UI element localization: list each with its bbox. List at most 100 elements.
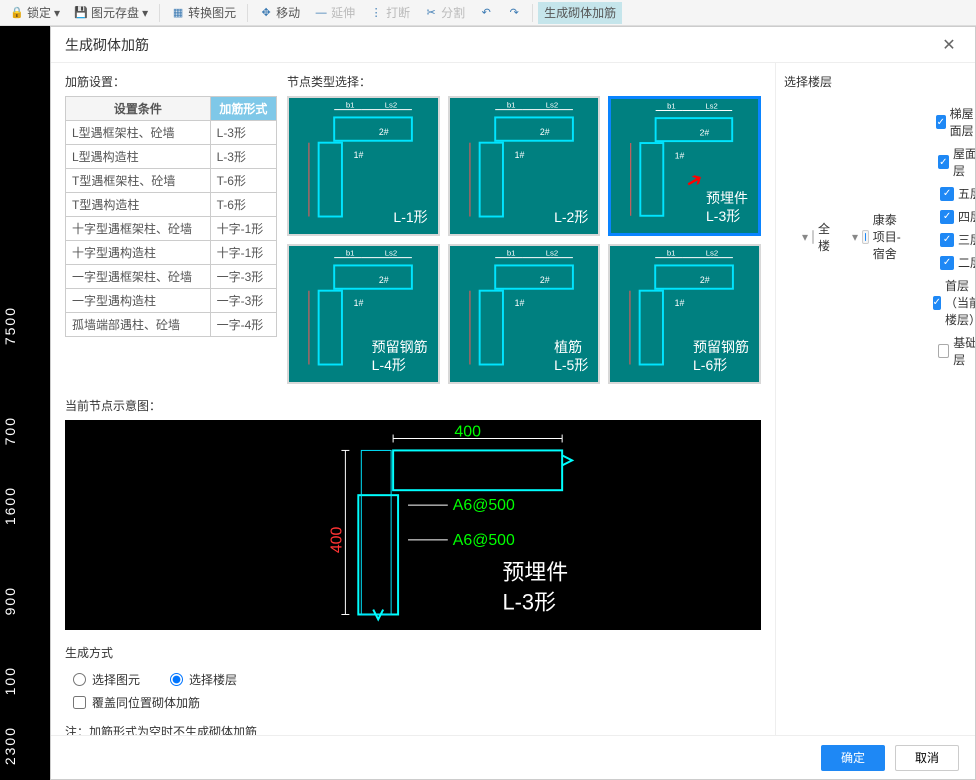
svg-text:1#: 1#	[354, 150, 364, 160]
floor-label: 四层	[958, 208, 975, 225]
svg-text:2#: 2#	[540, 127, 550, 137]
redo-button: ↷	[501, 2, 527, 24]
floor-label: 三层	[958, 231, 975, 248]
schematic-canvas: 400 400 A6@500 A6@500 预埋件 L-3形	[65, 420, 761, 630]
checkbox-icon[interactable]: ✓	[940, 187, 954, 201]
card-caption: 预留钢筋L-4形	[372, 338, 428, 374]
card-l1[interactable]: b1Ls2 1#2# L-1形	[287, 96, 440, 236]
svg-text:b1: b1	[667, 102, 676, 111]
card-l4[interactable]: b1Ls2 1#2# 预留钢筋L-4形	[287, 244, 440, 384]
tree-project[interactable]: ▾ 康泰项目-宿舍 ✓梯屋面层✓屋面层✓五层✓四层✓三层✓二层✓首层（当前楼层）…	[850, 99, 975, 374]
svg-text:b1: b1	[507, 249, 516, 258]
extend-icon: ―	[314, 6, 328, 20]
floor-label: 屋面层	[953, 145, 975, 179]
cell-form: L-3形	[210, 121, 276, 145]
table-row[interactable]: 十字型遇框架柱、砼墙十字-1形	[66, 217, 277, 241]
split-button: ✂分割	[418, 2, 471, 24]
svg-text:Ls2: Ls2	[545, 101, 558, 110]
close-button[interactable]: ✕	[937, 33, 961, 57]
move-button[interactable]: ✥移动	[253, 2, 306, 24]
floor-item[interactable]: ✓二层	[922, 251, 975, 274]
table-row[interactable]: T型遇构造柱T-6形	[66, 193, 277, 217]
checkbox-icon[interactable]	[938, 344, 950, 358]
checkbox-icon[interactable]: ✓	[936, 115, 945, 129]
undo-icon: ↶	[479, 6, 493, 20]
floor-item[interactable]: ✓ 屋面层	[922, 142, 975, 182]
ok-button[interactable]: 确定	[821, 745, 885, 771]
card-l3[interactable]: b1Ls2 1#2# 预埋件L-3形➔	[608, 96, 761, 236]
ruler-mark: 100	[2, 666, 18, 695]
table-row[interactable]: L型遇构造柱L-3形	[66, 145, 277, 169]
svg-text:L-3形: L-3形	[502, 590, 556, 615]
lock-button[interactable]: 🔒锁定 ▾	[4, 2, 66, 24]
extend-button: ―延伸	[308, 2, 361, 24]
redo-icon: ↷	[507, 6, 521, 20]
floor-item[interactable]: ✓ 梯屋面层	[922, 102, 975, 142]
cell-cond: 一字型遇构造柱	[66, 289, 211, 313]
svg-text:400: 400	[454, 424, 481, 441]
ruler-mark: 700	[2, 416, 18, 445]
cell-form: L-3形	[210, 145, 276, 169]
checkbox-icon[interactable]: ✓	[938, 155, 949, 169]
floor-label: 梯屋面层	[950, 105, 975, 139]
cell-form: 十字-1形	[210, 241, 276, 265]
lock-icon: 🔒	[10, 6, 24, 20]
cell-cond: 一字型遇框架柱、砼墙	[66, 265, 211, 289]
svg-text:400: 400	[328, 526, 345, 553]
svg-text:b1: b1	[346, 101, 355, 110]
svg-text:1#: 1#	[514, 298, 524, 308]
drawing-canvas: 7500 700 1600 900 100 2300	[0, 26, 50, 780]
floor-item[interactable]: ✓ 四层	[922, 205, 975, 228]
table-row[interactable]: 孤墙端部遇柱、砼墙一字-4形	[66, 313, 277, 337]
card-l6[interactable]: b1Ls2 1#2# 预留钢筋L-6形	[608, 244, 761, 384]
table-row[interactable]: 十字型遇构造柱十字-1形	[66, 241, 277, 265]
hint-text: 注：加筋形式为空时不生成砌体加筋	[65, 723, 761, 735]
svg-text:Ls2: Ls2	[706, 249, 719, 258]
floor-item[interactable]: ✓五层	[922, 182, 975, 205]
dialog-title-bar: 生成砌体加筋 ✕	[51, 27, 975, 63]
floor-item[interactable]: ✓ 首层（当前楼层）	[922, 274, 975, 331]
checkbox-icon[interactable]: ✓	[933, 296, 941, 310]
checkbox-icon[interactable]: ✓	[940, 256, 954, 270]
card-l2[interactable]: b1Ls2 1#2# L-2形	[448, 96, 601, 236]
cell-form: 一字-3形	[210, 265, 276, 289]
cell-cond: 十字型遇构造柱	[66, 241, 211, 265]
store-button[interactable]: 💾图元存盘 ▾	[68, 2, 154, 24]
chk-overwrite[interactable]: 覆盖同位置砌体加筋	[73, 694, 761, 711]
cell-cond: T型遇构造柱	[66, 193, 211, 217]
radio-select-floor[interactable]: 选择楼层	[170, 671, 237, 688]
svg-text:预埋件: 预埋件	[502, 560, 568, 585]
chevron-down-icon[interactable]: ▾	[802, 230, 808, 244]
checkbox-icon[interactable]: ✓	[940, 210, 954, 224]
floor-label: 首层（当前楼层）	[945, 277, 975, 328]
card-l5[interactable]: b1Ls2 1#2# 植筋L-5形	[448, 244, 601, 384]
ruler-mark: 1600	[2, 486, 18, 525]
floor-item[interactable]: 基础层	[922, 331, 975, 371]
svg-text:Ls2: Ls2	[545, 249, 558, 258]
cell-form: T-6形	[210, 193, 276, 217]
svg-text:Ls2: Ls2	[385, 249, 398, 258]
table-row[interactable]: T型遇框架柱、砼墙T-6形	[66, 169, 277, 193]
floor-item[interactable]: ✓ 三层	[922, 228, 975, 251]
svg-text:b1: b1	[507, 101, 516, 110]
generate-reinf-button[interactable]: 生成砌体加筋	[538, 2, 622, 24]
floors-label: 选择楼层	[784, 73, 967, 90]
svg-text:b1: b1	[667, 249, 676, 258]
tree-root[interactable]: ▾ 全楼 ▾ 康泰项目-宿舍 ✓梯屋面层✓屋面层✓五层✓四层✓三层✓二层✓首层（…	[800, 96, 967, 377]
checkbox-icon[interactable]: ✓	[940, 233, 954, 247]
convert-button[interactable]: ▦转换图元	[165, 2, 242, 24]
table-row[interactable]: 一字型遇框架柱、砼墙一字-3形	[66, 265, 277, 289]
chevron-down-icon[interactable]: ▾	[852, 230, 858, 244]
card-caption: 预留钢筋L-6形	[693, 338, 749, 374]
settings-table[interactable]: 设置条件 加筋形式 L型遇框架柱、砼墙L-3形L型遇构造柱L-3形T型遇框架柱、…	[65, 96, 277, 337]
table-row[interactable]: L型遇框架柱、砼墙L-3形	[66, 121, 277, 145]
radio-select-elem[interactable]: 选择图元	[73, 671, 140, 688]
table-row[interactable]: 一字型遇构造柱一字-3形	[66, 289, 277, 313]
genmode-label: 生成方式	[65, 644, 761, 661]
cell-form: 一字-4形	[210, 313, 276, 337]
save-icon: 💾	[74, 6, 88, 20]
svg-text:Ls2: Ls2	[385, 101, 398, 110]
cell-cond: 孤墙端部遇柱、砼墙	[66, 313, 211, 337]
card-caption: 预埋件L-3形	[706, 189, 748, 225]
cancel-button[interactable]: 取消	[895, 745, 959, 771]
